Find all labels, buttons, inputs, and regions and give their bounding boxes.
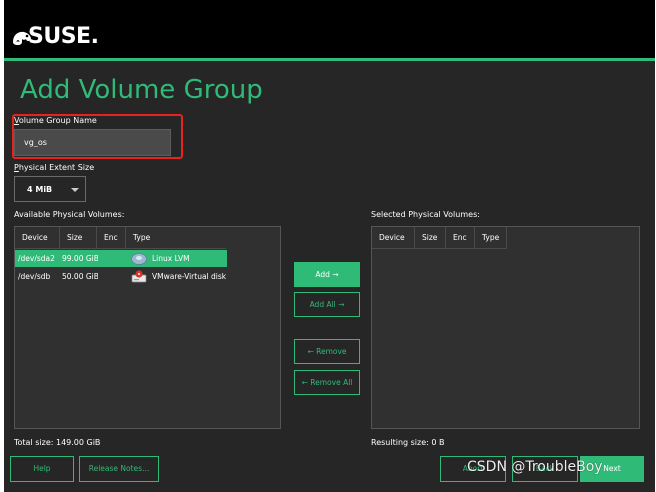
table-row[interactable]: /dev/sdb 50.00 GiB VMware-Virtual disk (15, 268, 227, 285)
row-enc (98, 268, 128, 285)
row-size: 99.00 GiB (62, 254, 98, 263)
row-size: 50.00 GiB (62, 272, 98, 281)
suse-logo: SUSE. (10, 14, 99, 49)
row-type: VMware-Virtual disk (128, 268, 227, 285)
resulting-size: Resulting size: 0 B (371, 438, 445, 447)
installer-window: SUSE. Add Volume Group Volume Group Name… (4, 0, 655, 492)
lvm-disk-icon (131, 253, 147, 265)
hard-disk-icon (131, 270, 147, 283)
help-button[interactable]: Help (10, 456, 74, 482)
remove-button[interactable]: ← Remove (294, 339, 360, 364)
pe-size-select[interactable]: 4 MiB (14, 176, 86, 202)
available-pv-label: Available Physical Volumes: (14, 210, 125, 219)
col-device[interactable]: Device (372, 227, 415, 249)
row-device: /dev/sdb (18, 272, 51, 281)
selected-pv-label: Selected Physical Volumes: (371, 210, 480, 219)
row-type-text: VMware-Virtual disk (152, 272, 227, 281)
row-type-text: Linux LVM (152, 254, 190, 263)
watermark-text: CSDN @TroubleBoy (467, 459, 603, 475)
pe-size-label-text: hysical Extent Size (18, 163, 95, 172)
available-pv-header: Device Size Enc Type (15, 227, 226, 249)
pe-size-value: 4 MiB (27, 185, 53, 194)
col-size[interactable]: Size (415, 227, 446, 249)
remove-all-button[interactable]: ← Remove All (294, 370, 360, 395)
col-type[interactable]: Type (126, 227, 226, 249)
add-all-button[interactable]: Add All → (294, 292, 360, 317)
chevron-down-icon (71, 188, 79, 192)
header-bar: SUSE. (4, 0, 655, 58)
selected-pv-table[interactable]: Device Size Enc Type (371, 226, 640, 429)
col-enc[interactable]: Enc (446, 227, 475, 249)
annotation-highlight-box (12, 114, 183, 159)
logo-text: SUSE. (28, 24, 99, 49)
selected-pv-header: Device Size Enc Type (372, 227, 507, 249)
col-enc[interactable]: Enc (97, 227, 126, 249)
row-device: /dev/sda2 (18, 254, 55, 263)
col-size[interactable]: Size (60, 227, 97, 249)
row-type: Linux LVM (128, 250, 227, 267)
row-enc (98, 250, 128, 267)
page-title: Add Volume Group (20, 75, 263, 105)
available-total-size: Total size: 149.00 GiB (14, 438, 101, 447)
table-row[interactable]: /dev/sda2 99.00 GiB Linux LVM (15, 250, 227, 267)
col-type[interactable]: Type (475, 227, 507, 249)
col-device[interactable]: Device (15, 227, 60, 249)
add-button[interactable]: Add → (294, 262, 360, 287)
release-notes-button[interactable]: Release Notes... (79, 456, 159, 482)
available-pv-table[interactable]: Device Size Enc Type /dev/sda2 99.00 GiB… (14, 226, 281, 429)
pe-size-label: Physical Extent Size (14, 163, 94, 172)
header-accent-line (4, 58, 655, 61)
